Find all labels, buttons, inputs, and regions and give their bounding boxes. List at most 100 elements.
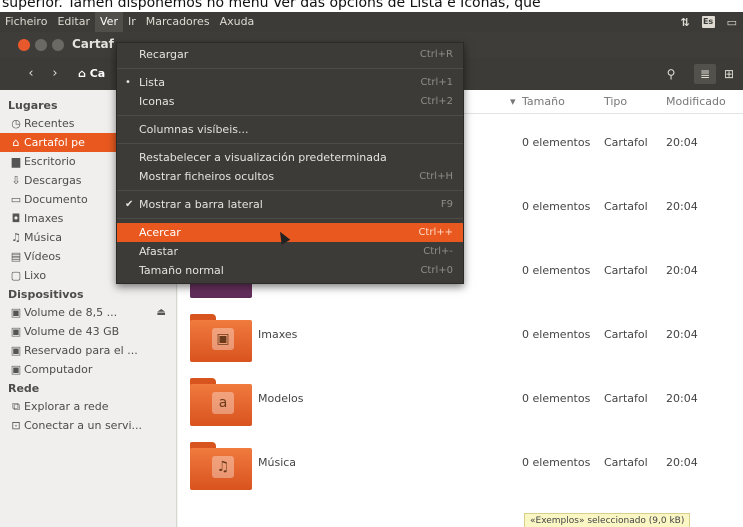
- back-button[interactable]: ‹: [20, 64, 42, 84]
- keyboard-layout-icon[interactable]: Es: [701, 16, 715, 28]
- sidebar-item[interactable]: ⊡ Conectar a un servi...: [0, 416, 176, 435]
- menu-separator: [117, 115, 463, 116]
- sidebar-item-label: Computador: [24, 363, 93, 376]
- window-title: Cartaf: [72, 37, 114, 51]
- menu-item-label: Mostrar ficheiros ocultos: [139, 170, 275, 183]
- path-home-button[interactable]: ⌂ Ca: [78, 64, 105, 84]
- folder-icon: ▣: [190, 314, 252, 362]
- indicator-area: ⇅ Es ▭: [680, 12, 737, 32]
- file-size: 0 elementos: [522, 264, 591, 277]
- camera-icon: ◘: [11, 212, 21, 225]
- menu-ver[interactable]: Ver: [95, 12, 123, 32]
- folder-icon: ♫: [190, 442, 252, 490]
- sort-arrow-icon: ▾: [510, 95, 516, 108]
- trash-icon: ▢: [10, 269, 22, 282]
- grid-view-icon[interactable]: ⊞: [718, 64, 740, 84]
- file-type: Cartafol: [604, 392, 648, 405]
- column-size[interactable]: Tamaño: [522, 95, 565, 108]
- maximize-window-button[interactable]: [52, 39, 64, 51]
- menu-separator: [117, 218, 463, 219]
- sidebar-item-label: Vídeos: [24, 250, 61, 263]
- minimize-window-button[interactable]: [35, 39, 47, 51]
- sidebar-item-label: Volume de 8,5 ...: [24, 306, 118, 319]
- menu-item[interactable]: ✔ Mostrar a barra lateral F9: [117, 195, 463, 214]
- file-size: 0 elementos: [522, 392, 591, 405]
- document-icon: ▭: [10, 193, 22, 206]
- video-icon: ▤: [10, 250, 22, 263]
- menu-item[interactable]: Mostrar ficheiros ocultos Ctrl+H: [117, 167, 463, 186]
- menu-ir[interactable]: Ir: [123, 12, 141, 32]
- sidebar-item[interactable]: ⧉ Explorar a rede: [0, 397, 176, 416]
- menu-item-shortcut: Ctrl+2: [420, 96, 453, 107]
- sidebar-section-title: Rede: [8, 382, 40, 395]
- file-type: Cartafol: [604, 136, 648, 149]
- battery-icon[interactable]: ▭: [727, 16, 737, 29]
- menu-item[interactable]: Recargar Ctrl+R: [117, 45, 463, 64]
- sidebar-item-label: Conectar a un servi...: [24, 419, 143, 432]
- drive-icon: ▣: [10, 344, 22, 357]
- forward-button[interactable]: ›: [44, 64, 66, 84]
- menu-item-label: Lista: [139, 76, 165, 89]
- menu-item-label: Acercar: [139, 226, 181, 239]
- menu-separator: [117, 190, 463, 191]
- sidebar-section-title: Dispositivos: [8, 288, 84, 301]
- menu-axuda[interactable]: Axuda: [215, 12, 260, 32]
- menu-item[interactable]: • Lista Ctrl+1: [117, 73, 463, 92]
- file-name: Imaxes: [258, 328, 298, 341]
- menu-editar[interactable]: Editar: [52, 12, 95, 32]
- close-window-button[interactable]: [18, 39, 30, 51]
- checkmark-icon: ✔: [125, 199, 134, 210]
- sidebar-item-label: Reservado para el ...: [24, 344, 138, 357]
- sidebar-item-label: Recentes: [24, 117, 75, 130]
- home-icon: ⌂: [78, 67, 90, 80]
- file-modified: 20:04: [666, 264, 698, 277]
- drive-icon: ▣: [10, 325, 22, 338]
- file-modified: 20:04: [666, 328, 698, 341]
- menu-item[interactable]: Iconas Ctrl+2: [117, 92, 463, 111]
- sidebar-item[interactable]: ▣ Volume de 43 GB: [0, 322, 176, 341]
- menu-item-label: Tamaño normal: [139, 264, 224, 277]
- menu-marcadores[interactable]: Marcadores: [141, 12, 215, 32]
- menu-item[interactable]: Columnas visíbeis...: [117, 120, 463, 139]
- menu-item-label: Mostrar a barra lateral: [139, 198, 263, 211]
- menu-item[interactable]: Restabelecer a visualización predetermin…: [117, 148, 463, 167]
- eject-icon[interactable]: ⏏: [157, 303, 166, 322]
- list-view-icon[interactable]: ≣: [694, 64, 716, 84]
- menu-item-label: Recargar: [139, 48, 189, 61]
- home-icon: ⌂: [12, 136, 20, 149]
- sidebar-item[interactable]: ▣ Reservado para el ...: [0, 341, 176, 360]
- download-icon: ⇩: [11, 174, 21, 187]
- network-indicator-icon[interactable]: ⇅: [680, 16, 689, 29]
- file-type: Cartafol: [604, 264, 648, 277]
- status-tooltip: «Exemplos» seleccionado (9,0 kB): [524, 513, 691, 527]
- menu-item-label: Iconas: [139, 95, 175, 108]
- top-menubar: Ficheiro Editar Ver Ir Marcadores Axuda …: [0, 12, 743, 32]
- file-size: 0 elementos: [522, 328, 591, 341]
- table-row[interactable]: ▣ Imaxes 0 elementos Cartafol 20:04: [178, 306, 743, 370]
- menu-item-label: Restabelecer a visualización predetermin…: [139, 151, 387, 164]
- search-icon[interactable]: ⚲: [660, 64, 682, 84]
- sidebar-item-label: Lixo: [24, 269, 47, 282]
- menu-item[interactable]: Afastar Ctrl+-: [117, 242, 463, 261]
- column-modified[interactable]: Modificado: [666, 95, 726, 108]
- menu-item-shortcut: F9: [440, 199, 453, 210]
- menu-ficheiro[interactable]: Ficheiro: [0, 12, 52, 32]
- file-modified: 20:04: [666, 200, 698, 213]
- sidebar-item-label: Imaxes: [24, 212, 64, 225]
- clock-icon: ◷: [11, 117, 21, 130]
- column-type[interactable]: Tipo: [604, 95, 627, 108]
- sidebar-item[interactable]: ▣ Computador: [0, 360, 176, 379]
- desktop-screen: Ficheiro Editar Ver Ir Marcadores Axuda …: [0, 12, 743, 527]
- menu-item[interactable]: Tamaño normal Ctrl+0: [117, 261, 463, 280]
- menu-item-label: Columnas visíbeis...: [139, 123, 249, 136]
- file-name: Música: [258, 456, 297, 469]
- menu-item-shortcut: Ctrl+1: [420, 77, 453, 88]
- sidebar-item-label: Volume de 43 GB: [24, 325, 120, 338]
- table-row[interactable]: a Modelos 0 elementos Cartafol 20:04: [178, 370, 743, 434]
- file-size: 0 elementos: [522, 200, 591, 213]
- sidebar-item[interactable]: ▣ Volume de 8,5 ... ⏏: [0, 303, 176, 322]
- table-row[interactable]: ♫ Música 0 elementos Cartafol 20:04: [178, 434, 743, 498]
- sidebar-item-label: Música: [24, 231, 63, 244]
- music-icon: ♫: [11, 231, 21, 244]
- menu-item-shortcut: Ctrl+-: [423, 246, 453, 257]
